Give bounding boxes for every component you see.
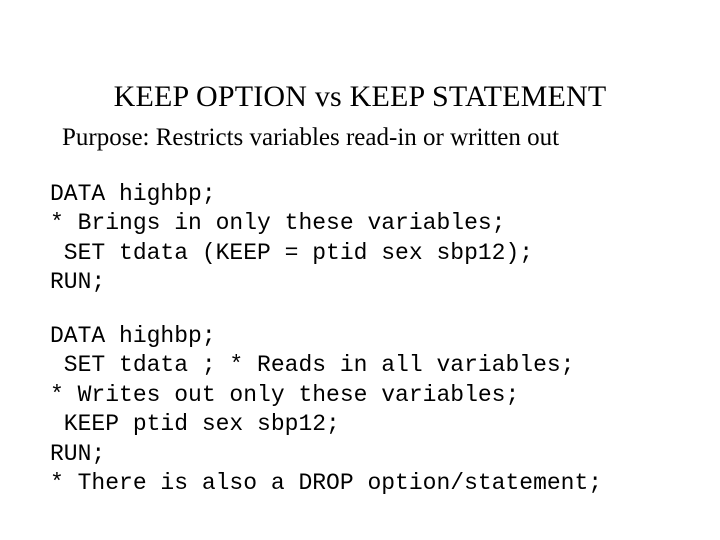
- code-line: RUN;: [50, 269, 105, 295]
- code-block-keep-option: DATA highbp; * Brings in only these vari…: [50, 180, 670, 298]
- code-line: * Writes out only these variables;: [50, 382, 519, 408]
- code-line: SET tdata (KEEP = ptid sex sbp12);: [50, 240, 533, 266]
- code-block-keep-statement: DATA highbp; SET tdata ; * Reads in all …: [50, 322, 670, 499]
- code-line: * Brings in only these variables;: [50, 210, 505, 236]
- code-line: KEEP ptid sex sbp12;: [50, 411, 340, 437]
- code-line: DATA highbp;: [50, 181, 216, 207]
- slide-title: KEEP OPTION vs KEEP STATEMENT: [50, 80, 670, 114]
- code-line: SET tdata ; * Reads in all variables;: [50, 352, 575, 378]
- purpose-line: Purpose: Restricts variables read-in or …: [62, 124, 670, 152]
- code-line: * There is also a DROP option/statement;: [50, 470, 602, 496]
- code-line: RUN;: [50, 441, 105, 467]
- slide: KEEP OPTION vs KEEP STATEMENT Purpose: R…: [0, 0, 720, 540]
- code-line: DATA highbp;: [50, 323, 216, 349]
